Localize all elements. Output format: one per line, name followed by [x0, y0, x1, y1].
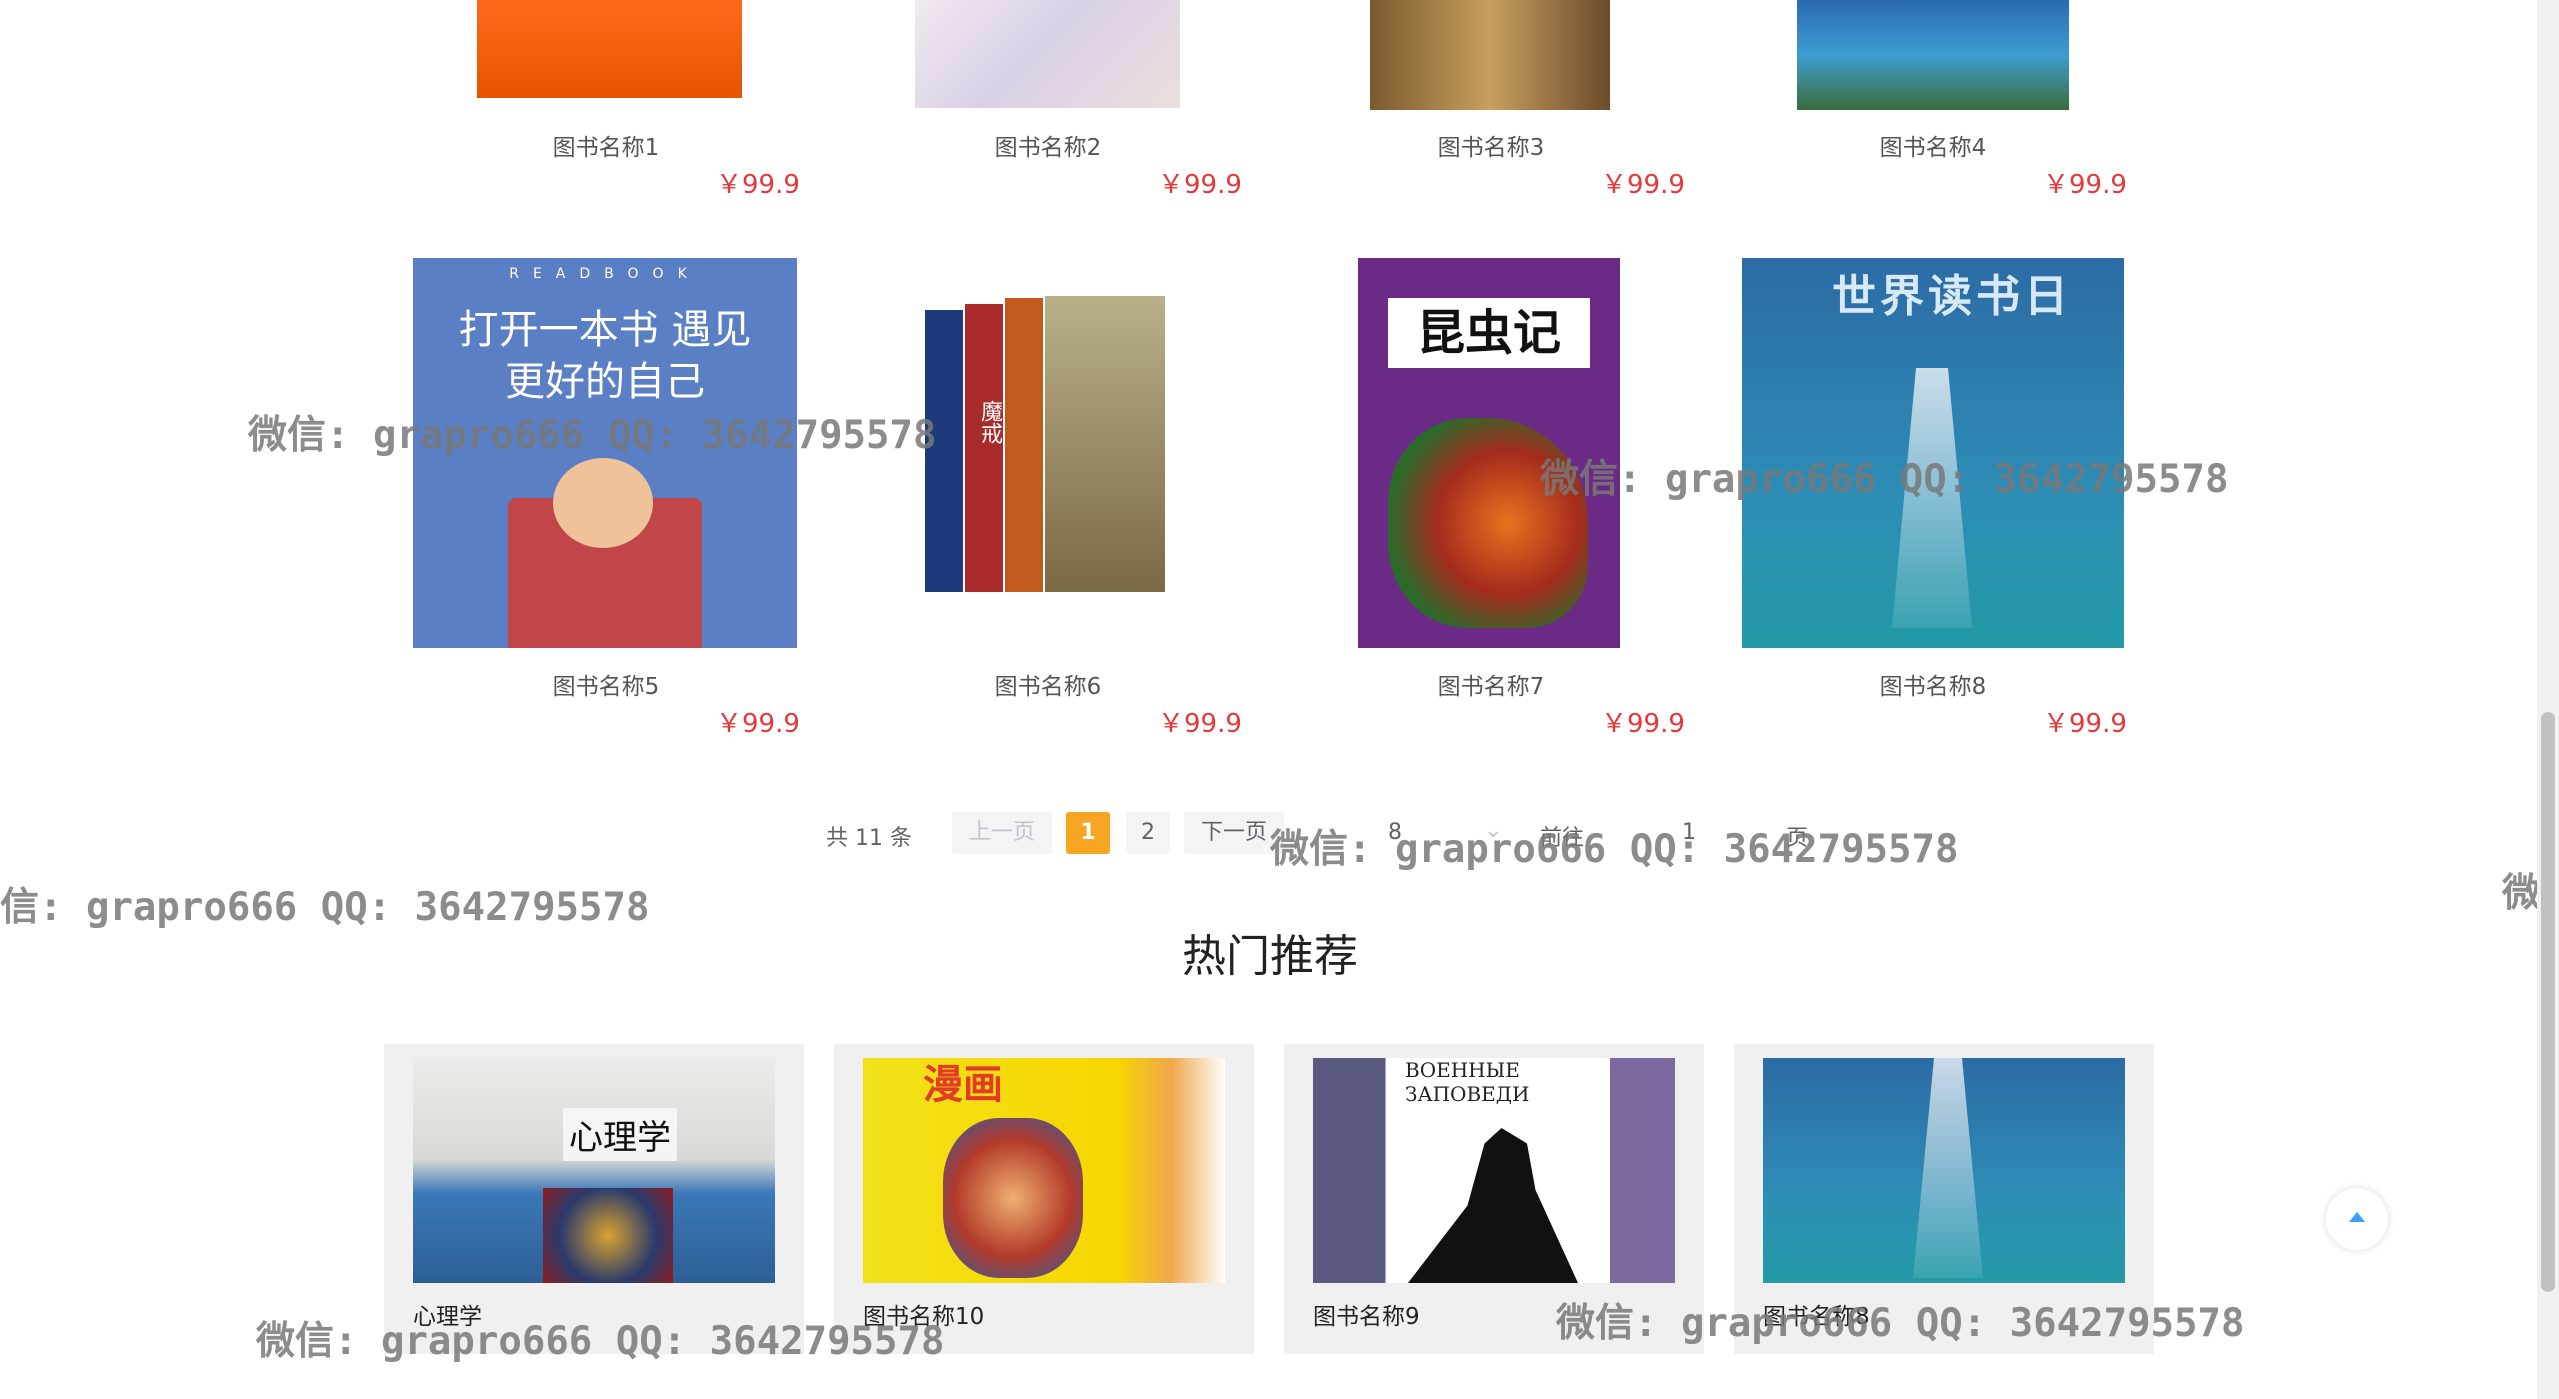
book-title[interactable]: 图书名称3 [1270, 128, 1712, 162]
boxset-front [1045, 296, 1165, 592]
boxset-spine [1005, 298, 1043, 592]
hot-card-cover[interactable]: 漫画 [863, 1058, 1225, 1283]
book-title[interactable]: 图书名称1 [385, 128, 827, 162]
caret-up-icon [2349, 1212, 2365, 1222]
hot-card-cover[interactable] [1763, 1058, 2125, 1283]
page-button-1[interactable]: 1 [1066, 812, 1110, 854]
book-cover[interactable]: 魔戒 [913, 290, 1173, 610]
cover-caption: 漫画 [923, 1062, 1003, 1108]
book-title[interactable]: 图书名称2 [827, 128, 1269, 162]
watermark: 微信: grapro666 QQ: 3642795578 [1540, 457, 2229, 502]
cover-caption: ВОЕННЫЕ ЗАПОВЕДИ [1405, 1058, 1530, 1106]
book-price: ￥99.9 [2043, 170, 2127, 200]
book-illustration [553, 458, 653, 548]
book-cover[interactable] [915, 0, 1180, 108]
book-price: ￥99.9 [2043, 709, 2127, 739]
book-illustration [1913, 1058, 1983, 1278]
hot-card-title[interactable]: 图书名称9 [1313, 1297, 1420, 1331]
prev-page-button[interactable]: 上一页 [952, 812, 1052, 854]
watermark: 微信: grapro666 QQ: 3642795578 [1270, 827, 1959, 872]
book-price: ￥99.9 [716, 709, 800, 739]
book-price: ￥99.9 [1601, 709, 1685, 739]
back-to-top-button[interactable] [2326, 1188, 2388, 1250]
cover-caption: 魔戒 [977, 400, 1002, 444]
book-price: ￥99.9 [716, 170, 800, 200]
hot-card[interactable]: 漫画 图书名称10 [834, 1044, 1254, 1354]
book-price: ￥99.9 [1158, 709, 1242, 739]
cover-caption: READBOOK [509, 266, 701, 282]
book-title[interactable]: 图书名称7 [1270, 667, 1712, 701]
watermark: 微信: grapro666 QQ: 3642795578 [248, 413, 937, 458]
cover-caption: 心理学 [563, 1108, 677, 1161]
book-price: ￥99.9 [1601, 170, 1685, 200]
book-title[interactable]: 图书名称6 [827, 667, 1269, 701]
book-title[interactable]: 图书名称5 [385, 667, 827, 701]
watermark: 微 [2502, 871, 2542, 916]
hot-card[interactable]: 心理学 心理学 [384, 1044, 804, 1354]
watermark: 微信: grapro666 QQ: 3642795578 [1556, 1301, 2245, 1346]
watermark: 信: grapro666 QQ: 3642795578 [0, 885, 650, 930]
next-page-button[interactable]: 下一页 [1184, 812, 1284, 854]
book-cover[interactable] [1370, 0, 1610, 110]
watermark: 微信: grapro666 QQ: 3642795578 [256, 1319, 945, 1364]
book-illustration [943, 1118, 1083, 1278]
book-illustration [543, 1188, 673, 1283]
book-title[interactable]: 图书名称8 [1712, 667, 2154, 701]
cover-caption: 世界读书日 [1832, 271, 2072, 322]
boxset-spine [965, 304, 1003, 592]
pagination-total: 共 11 条 [826, 826, 912, 851]
page-scrollbar[interactable] [2537, 0, 2559, 1399]
book-price: ￥99.9 [1158, 170, 1242, 200]
cover-caption: 昆虫记 [1388, 298, 1590, 368]
cover-caption: 打开一本书 遇见更好的自己 [458, 307, 752, 405]
book-title[interactable]: 图书名称4 [1712, 128, 2154, 162]
hot-card-cover[interactable]: ВОЕННЫЕ ЗАПОВЕДИ [1313, 1058, 1675, 1283]
page-button-2[interactable]: 2 [1126, 812, 1170, 854]
book-cover[interactable] [1797, 0, 2069, 110]
hot-card-cover[interactable]: 心理学 [413, 1058, 775, 1283]
scrollbar-thumb[interactable] [2541, 712, 2555, 1292]
book-illustration [1408, 1128, 1578, 1283]
book-cover[interactable] [477, 0, 742, 98]
